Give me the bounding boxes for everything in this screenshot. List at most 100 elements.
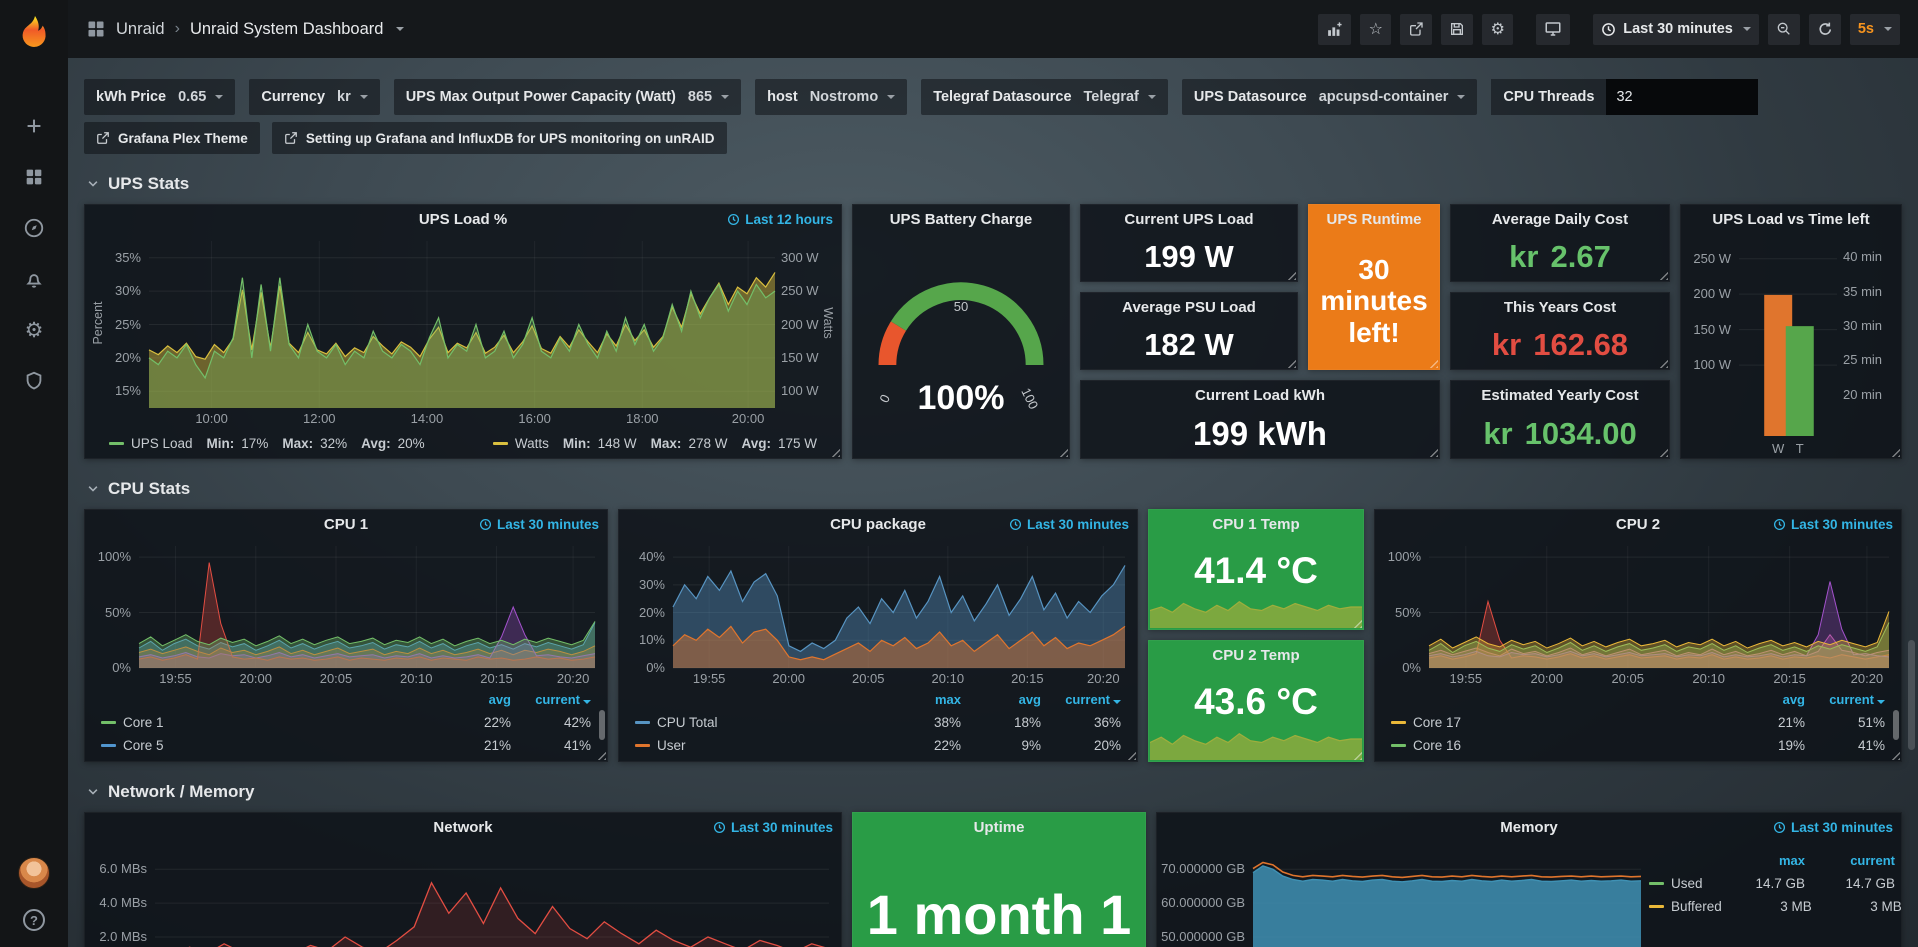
add-panel-button[interactable] (1318, 14, 1351, 45)
sidebar-item-server-admin[interactable] (22, 369, 46, 393)
y-axis-tick: 35 min (1843, 284, 1901, 299)
legend-series-name[interactable]: User (635, 738, 881, 753)
x-axis-tick: 20:05 (320, 671, 353, 686)
legend-series[interactable]: UPS LoadMin:17%Max:32%Avg:20% (109, 436, 425, 451)
chevron-down-icon (215, 95, 223, 99)
panel-title[interactable]: CPU 1 (324, 516, 368, 533)
panel-title[interactable]: CPU 2 (1616, 516, 1660, 533)
panel-time-range: Last 30 minutes (1773, 813, 1893, 841)
variable-value: Telegraf (1084, 89, 1156, 105)
panel-title[interactable]: CPU 1 Temp (1212, 516, 1299, 533)
sidebar-item-create[interactable] (22, 114, 46, 138)
legend-scrollbar[interactable] (599, 710, 605, 740)
panel-title[interactable]: CPU 2 Temp (1212, 647, 1299, 664)
user-avatar[interactable] (18, 857, 50, 889)
legend-sort-header[interactable]: avg (1725, 692, 1805, 707)
zoom-out-button[interactable] (1768, 14, 1800, 45)
legend-sort-header[interactable]: avg (431, 692, 511, 707)
panel-cpu-1: CPU 1 Last 30 minutes 100%50%0%19:5520:0… (84, 509, 608, 762)
breadcrumb-dashboard-title[interactable]: Unraid System Dashboard (190, 20, 384, 39)
panel-title[interactable]: Uptime (974, 819, 1025, 836)
panel-title[interactable]: CPU package (830, 516, 926, 533)
sidebar-item-configuration[interactable]: ⚙ (22, 318, 46, 342)
battery-gauge[interactable]: 0 50 100 100% (853, 233, 1069, 458)
legend-series[interactable]: WattsMin:148 WMax:278 WAvg:175 W (493, 436, 817, 451)
legend-scrollbar[interactable] (1893, 710, 1899, 740)
legend-series-name[interactable]: Core 5 (101, 738, 431, 753)
variable-currency[interactable]: Currency kr (249, 79, 379, 115)
variable-ups-datasource[interactable]: UPS Datasource apcupsd-container (1182, 79, 1478, 115)
panel-title[interactable]: Network (433, 819, 492, 836)
panel-title[interactable]: Estimated Yearly Cost (1481, 387, 1638, 404)
x-axis-tick: 16:00 (518, 411, 551, 426)
legend-sort-header[interactable]: current (1805, 853, 1895, 868)
legend-sort-header[interactable]: current (1041, 692, 1121, 707)
legend-sort-header[interactable]: avg (961, 692, 1041, 707)
save-dashboard-button[interactable] (1441, 14, 1473, 45)
panel-title[interactable]: UPS Load vs Time left (1712, 211, 1869, 228)
panel-title[interactable]: Memory (1500, 819, 1558, 836)
panel-title[interactable]: Current UPS Load (1124, 211, 1253, 228)
cycle-view-mode-button[interactable] (1536, 14, 1570, 45)
variable-telegraf-datasource[interactable]: Telegraf Datasource Telegraf (921, 79, 1168, 115)
panel-time-range: Last 30 minutes (1009, 510, 1129, 538)
legend-sort-header[interactable]: max (881, 692, 961, 707)
network-chart[interactable]: 6.0 MBs4.0 MBs2.0 MBs (85, 841, 841, 947)
ups_load-svg (85, 233, 841, 428)
ups-load-chart[interactable]: 35%30%25%20%15%300 W250 W200 W150 W100 W… (85, 233, 841, 428)
legend-sort-header[interactable]: current (511, 692, 591, 707)
legend-sort-header[interactable]: max (1715, 853, 1805, 868)
dashboards-squares-icon (23, 166, 45, 188)
variable-ups-max-output[interactable]: UPS Max Output Power Capacity (Watt) 865 (394, 79, 741, 115)
share-dashboard-button[interactable] (1400, 14, 1432, 45)
y-axis-tick: 250 W (1681, 251, 1731, 266)
help-icon[interactable]: ? (23, 909, 45, 931)
cpu2-chart[interactable]: 100%50%0%19:5520:0020:0520:1020:1520:20 (1375, 538, 1901, 688)
y-axis-tick: 150 W (781, 350, 841, 365)
legend-sort-header[interactable]: current (1805, 692, 1885, 707)
legend-series-name[interactable]: Core 1 (101, 715, 431, 730)
mark-favorite-button[interactable]: ☆ (1360, 14, 1391, 45)
panel-title[interactable]: UPS Battery Charge (890, 211, 1033, 228)
dashboard-grid-icon[interactable] (86, 19, 106, 39)
link-grafana-influxdb-guide[interactable]: Setting up Grafana and InfluxDB for UPS … (272, 122, 727, 154)
section-ups-stats[interactable]: UPS Stats (86, 174, 1902, 194)
dashboard-settings-button[interactable]: ⚙ (1482, 14, 1513, 45)
link-grafana-plex-theme[interactable]: Grafana Plex Theme (84, 122, 260, 154)
panel-title[interactable]: Average PSU Load (1122, 299, 1256, 316)
section-cpu-stats[interactable]: CPU Stats (86, 479, 1902, 499)
cpu-package-chart[interactable]: 40%30%20%10%0%19:5520:0020:0520:1020:152… (619, 538, 1137, 688)
ups-load-vs-time-chart[interactable]: WT250 W200 W150 W100 W40 min35 min30 min… (1681, 233, 1901, 458)
chevron-down-icon (86, 177, 100, 191)
time-range-picker[interactable]: Last 30 minutes (1593, 14, 1759, 45)
dashboard-scrollbar[interactable] (1908, 640, 1915, 750)
panel-title[interactable]: Average Daily Cost (1492, 211, 1628, 228)
panel-title[interactable]: This Years Cost (1504, 299, 1616, 316)
cpu-threads-input[interactable] (1606, 79, 1758, 115)
sidebar-item-alerting[interactable] (22, 267, 46, 291)
refresh-button[interactable] (1809, 14, 1841, 45)
legend-series-name[interactable]: CPU Total (635, 715, 881, 730)
legend-value: 3 MB (1812, 899, 1902, 914)
memory-chart[interactable]: 70.000000 GB60.000000 GB50.000000 GB (1157, 841, 1649, 947)
section-network-memory[interactable]: Network / Memory (86, 782, 1902, 802)
panel-title[interactable]: Current Load kWh (1195, 387, 1325, 404)
cpu1-chart[interactable]: 100%50%0%19:5520:0020:0520:1020:1520:20 (85, 538, 607, 688)
sidebar-item-dashboards[interactable] (22, 165, 46, 189)
grafana-logo[interactable] (12, 12, 56, 56)
legend-header-row: avgcurrent (1391, 688, 1885, 711)
panel-title[interactable]: UPS Runtime (1326, 211, 1421, 228)
sidebar-item-explore[interactable] (22, 216, 46, 240)
legend-series-name[interactable]: Buffered (1649, 899, 1722, 914)
variable-kwh-price[interactable]: kWh Price 0.65 (84, 79, 235, 115)
legend-stat-label: Avg: (741, 436, 771, 451)
legend-series-name[interactable]: Used (1649, 876, 1715, 891)
clock-icon (1773, 518, 1786, 531)
legend-series-name[interactable]: Core 16 (1391, 738, 1725, 753)
refresh-interval-picker[interactable]: 5s (1850, 14, 1900, 45)
panel-title[interactable]: UPS Load % (419, 211, 507, 228)
y-axis-tick: 0% (619, 660, 665, 675)
variable-host[interactable]: host Nostromo (755, 79, 907, 115)
breadcrumb-app[interactable]: Unraid (116, 20, 165, 39)
legend-series-name[interactable]: Core 17 (1391, 715, 1725, 730)
